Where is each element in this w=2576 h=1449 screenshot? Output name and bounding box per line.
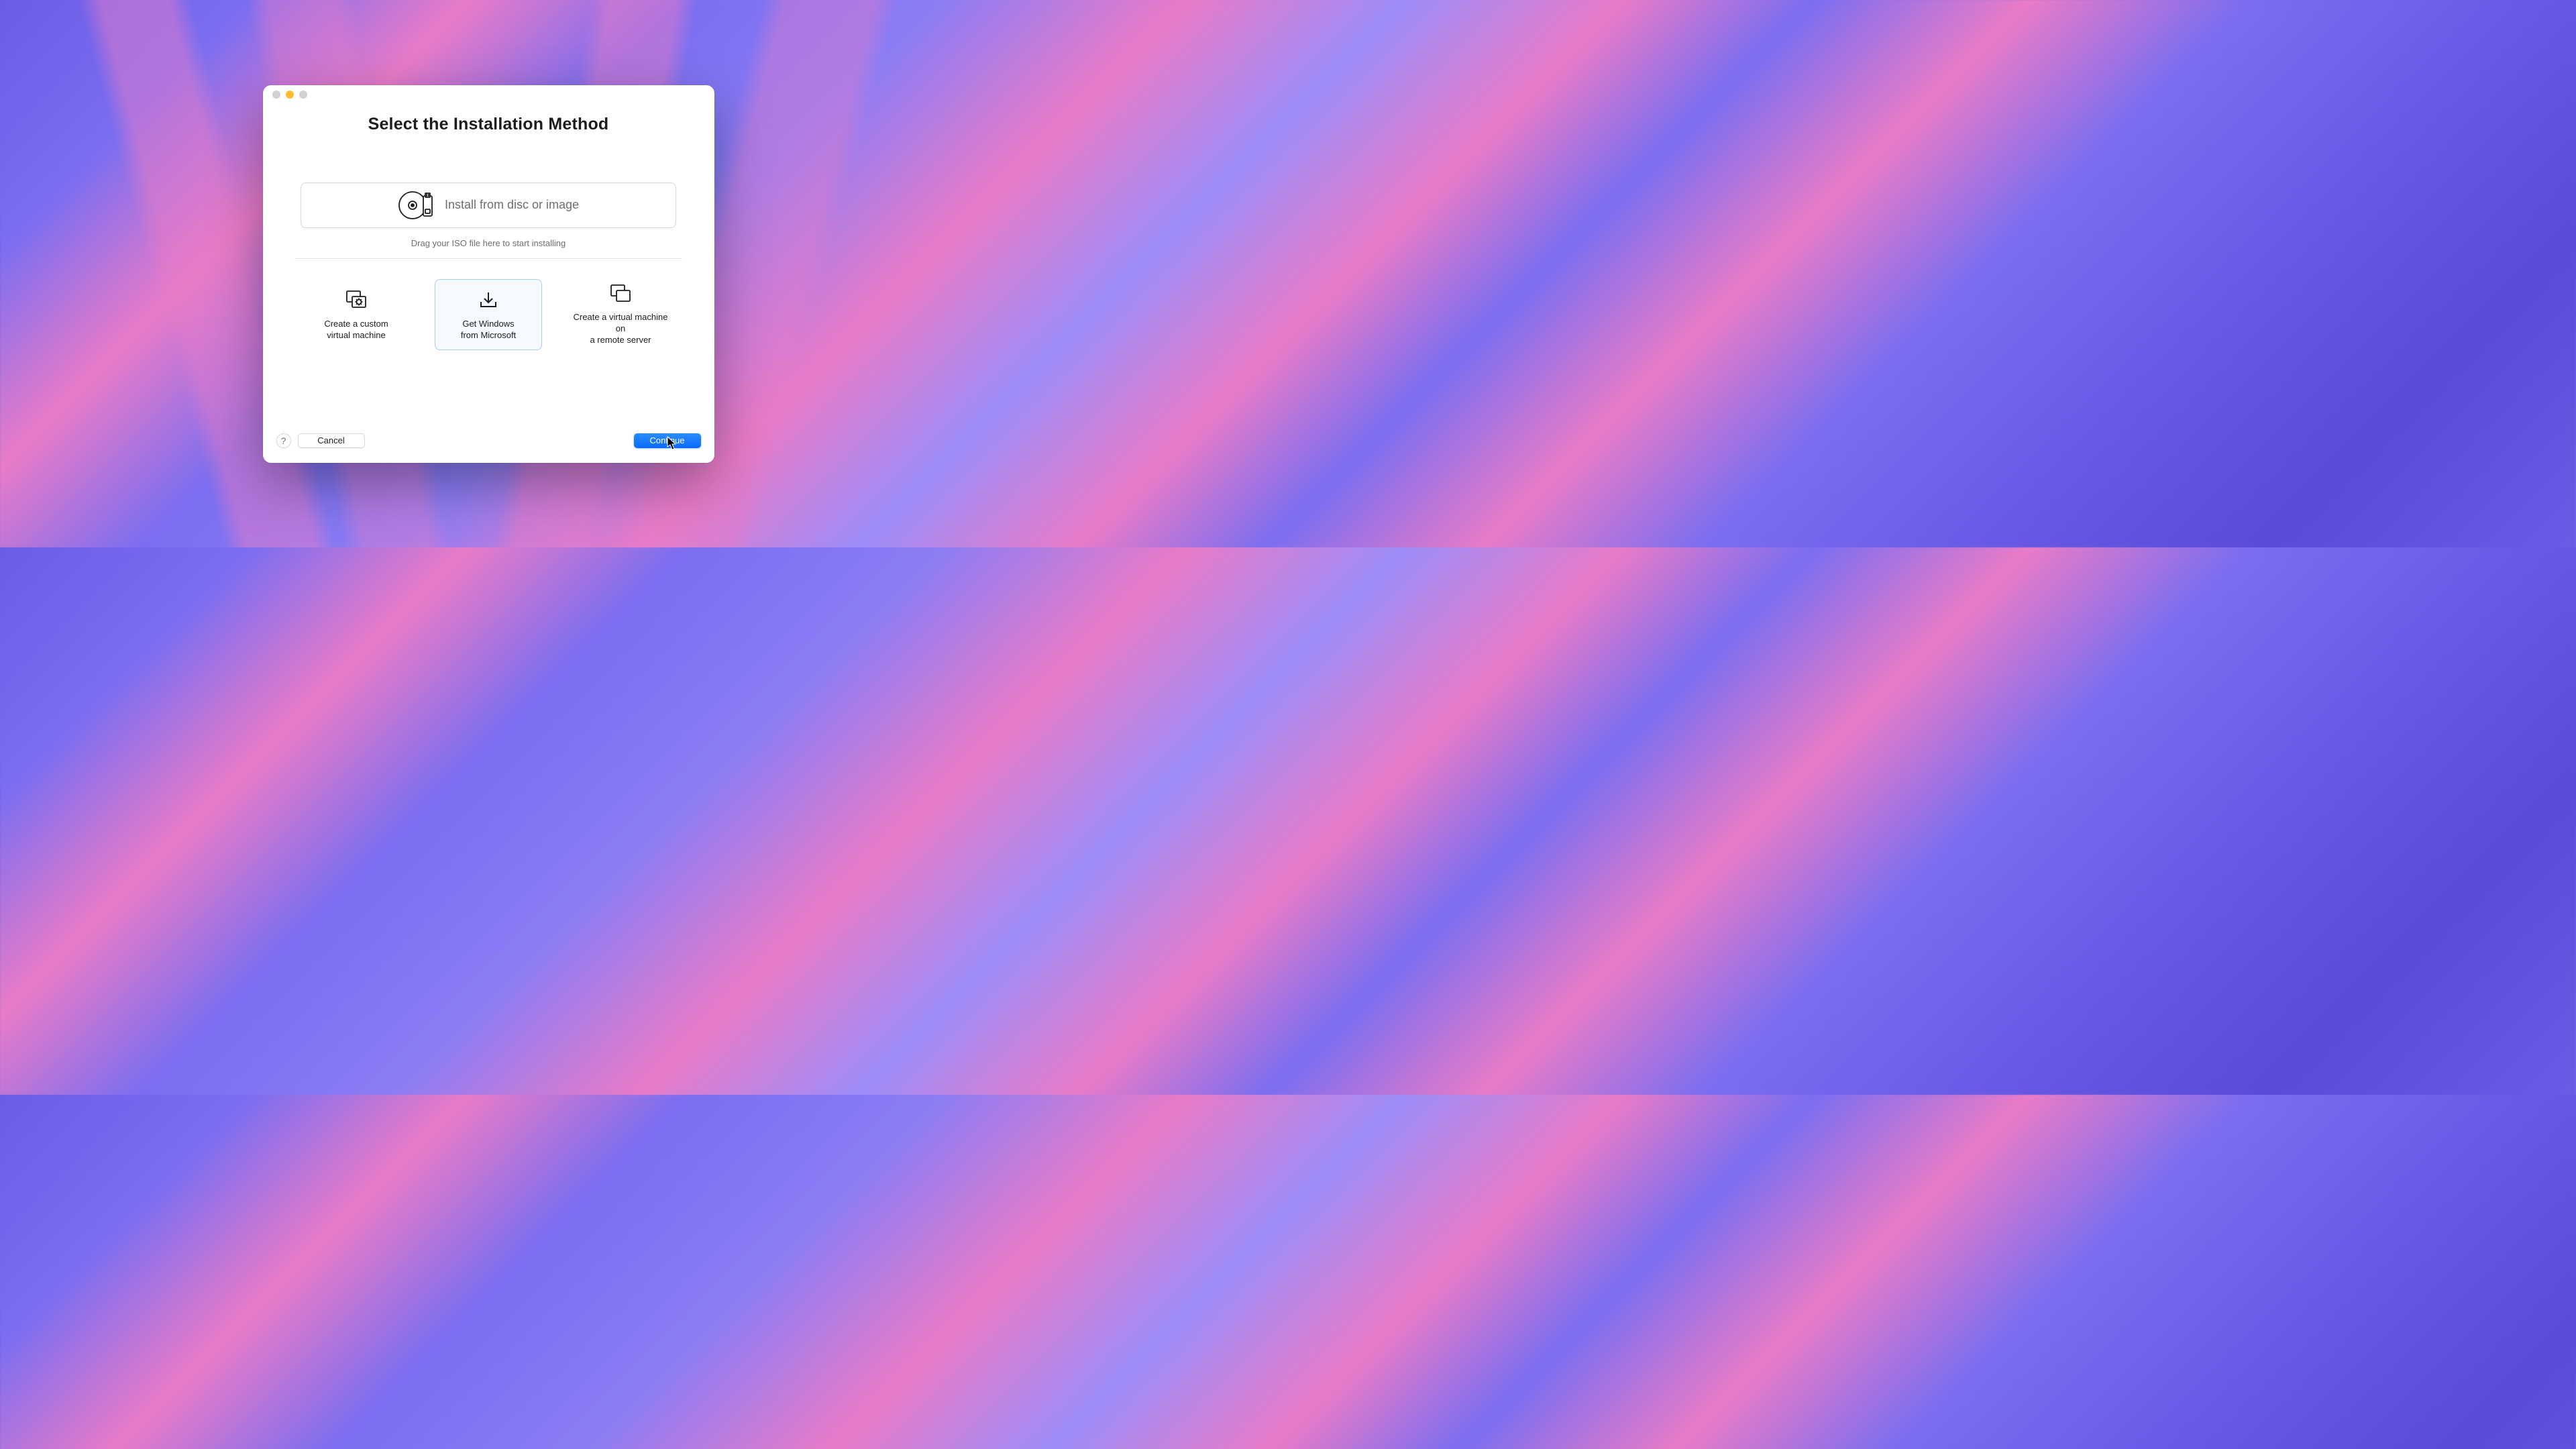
disc-usb-icon — [398, 189, 435, 221]
settings-icon — [345, 289, 367, 311]
dialog-content: Select the Installation Method Install f… — [263, 104, 714, 428]
cancel-button[interactable]: Cancel — [298, 433, 365, 448]
window-titlebar — [263, 85, 714, 104]
dialog-title: Select the Installation Method — [368, 115, 609, 134]
install-from-disc-label: Install from disc or image — [445, 198, 579, 212]
drag-hint-text: Drag your ISO file here to start install… — [411, 238, 566, 248]
options-row: Create a custom virtual machine Get Wind… — [303, 279, 674, 350]
dialog-footer: ? Cancel Continue — [263, 428, 714, 463]
install-from-disc-option[interactable]: Install from disc or image — [301, 182, 676, 228]
option-custom-vm[interactable]: Create a custom virtual machine — [303, 279, 410, 350]
remote-display-icon — [610, 284, 631, 304]
option-get-windows-label: Get Windows from Microsoft — [461, 319, 516, 341]
download-icon — [478, 289, 498, 311]
continue-button[interactable]: Continue — [634, 433, 701, 448]
help-button[interactable]: ? — [276, 433, 291, 448]
divider — [294, 258, 682, 259]
option-remote-server-label: Create a virtual machine on a remote ser… — [570, 312, 671, 346]
installer-dialog-window: Select the Installation Method Install f… — [263, 85, 714, 463]
close-icon[interactable] — [272, 91, 280, 99]
option-custom-vm-label: Create a custom virtual machine — [324, 319, 388, 341]
minimize-icon[interactable] — [286, 91, 294, 99]
option-get-windows[interactable]: Get Windows from Microsoft — [435, 279, 542, 350]
maximize-icon[interactable] — [299, 91, 307, 99]
option-remote-server[interactable]: Create a virtual machine on a remote ser… — [567, 279, 674, 350]
